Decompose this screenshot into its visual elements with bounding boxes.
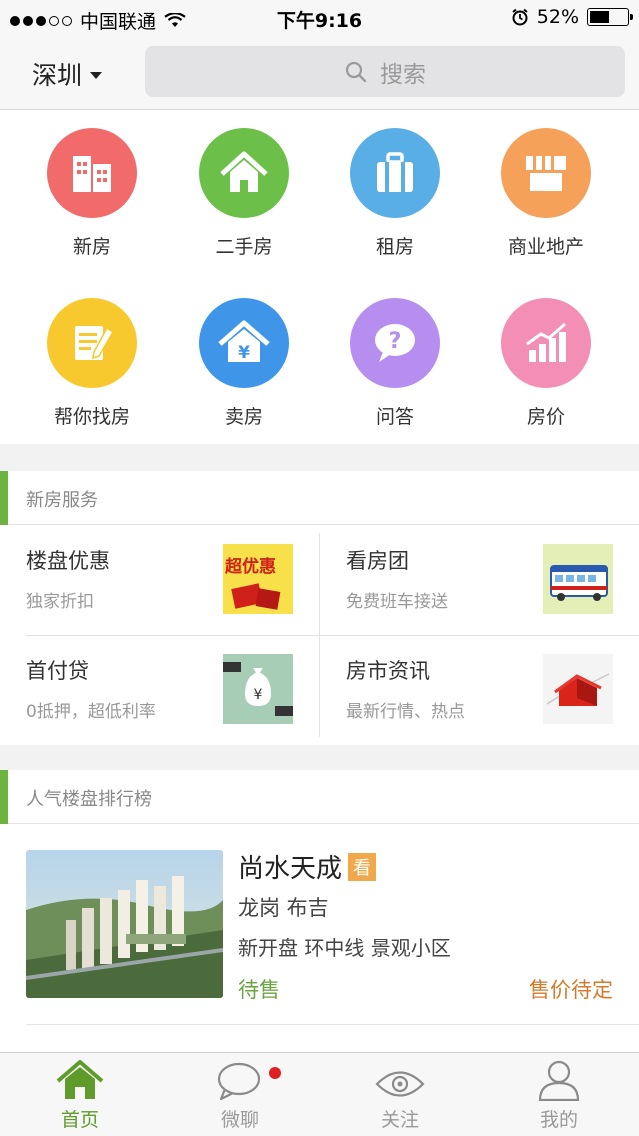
building-icon xyxy=(47,128,137,218)
battery-info: 52% xyxy=(511,6,633,28)
super-discount-image: 超优惠 xyxy=(223,544,293,614)
search-icon xyxy=(344,60,368,84)
property-features: 新开盘 环中线 景观小区 xyxy=(238,936,451,960)
category-label: 问答 xyxy=(375,406,414,428)
suitcase-icon xyxy=(350,128,440,218)
property-price: 售价待定 xyxy=(529,978,613,1002)
section-title: 新房服务 xyxy=(26,490,98,511)
section-accent-bar xyxy=(0,471,8,525)
service-item-discount[interactable]: 楼盘优惠 独家折扣 超优惠 xyxy=(0,525,319,635)
bottom-tab-bar: 首页 微聊 关注 我的 xyxy=(0,1052,639,1136)
search-placeholder: 搜索 xyxy=(380,61,426,88)
money-bag-image: ¥ xyxy=(223,654,293,724)
ranking-list-item[interactable]: 尚水天成 看 龙岗 布吉 新开盘 环中线 景观小区 待售 售价待定 xyxy=(0,824,639,1052)
tab-follow[interactable]: 关注 xyxy=(320,1053,480,1136)
section-header-ranking: 人气楼盘排行榜 xyxy=(0,770,639,824)
tab-mine[interactable]: 我的 xyxy=(479,1053,639,1136)
category-house-price[interactable]: 房价 xyxy=(470,298,622,429)
category-qa[interactable]: ? 问答 xyxy=(319,298,471,429)
service-item-down-payment-loan[interactable]: 首付贷 0抵押，超低利率 ¥ xyxy=(0,635,319,745)
section-title: 人气楼盘排行榜 xyxy=(26,789,152,810)
tab-home[interactable]: 首页 xyxy=(0,1053,160,1136)
category-label: 卖房 xyxy=(224,406,263,428)
property-area: 龙岗 布吉 xyxy=(238,896,329,920)
category-sell-house[interactable]: ¥ 卖房 xyxy=(168,298,320,429)
tab-label: 微聊 xyxy=(220,1109,259,1131)
city-name: 深圳 xyxy=(32,61,83,90)
category-new-house[interactable]: 新房 xyxy=(16,128,168,259)
city-selector[interactable]: 深圳 xyxy=(32,56,103,92)
category-grid: 新房 二手房 租房 商业地产 帮你找房 ¥ 卖房 ? 问答 房价 xyxy=(0,110,639,444)
service-subtitle: 免费班车接送 xyxy=(346,592,448,612)
question-bubble-icon: ? xyxy=(350,298,440,388)
alarm-icon xyxy=(511,8,529,26)
discount-image-text: 超优惠 xyxy=(225,557,276,577)
service-title: 楼盘优惠 xyxy=(26,549,110,573)
note-pencil-icon xyxy=(47,298,137,388)
top-header: 深圳 搜索 xyxy=(0,36,639,110)
property-name: 尚水天成 xyxy=(238,854,343,884)
storefront-icon xyxy=(501,128,591,218)
person-icon xyxy=(479,1053,639,1101)
service-title: 看房团 xyxy=(346,549,409,573)
tab-label: 首页 xyxy=(60,1109,99,1131)
search-box[interactable]: 搜索 xyxy=(145,46,625,97)
category-label: 帮你找房 xyxy=(53,406,130,428)
svg-text:¥: ¥ xyxy=(254,687,263,703)
new-house-service-grid: 楼盘优惠 独家折扣 超优惠 看房团 免费班车接送 首付贷 0抵押，超低利率 ¥ … xyxy=(0,525,639,745)
category-commercial[interactable]: 商业地产 xyxy=(470,128,622,259)
category-label: 商业地产 xyxy=(507,236,584,258)
svg-text:¥: ¥ xyxy=(238,343,250,363)
bar-chart-icon xyxy=(501,298,591,388)
chat-bubble-icon xyxy=(160,1053,320,1101)
category-second-hand[interactable]: 二手房 xyxy=(168,128,320,259)
service-title: 首付贷 xyxy=(26,659,89,683)
tab-chat[interactable]: 微聊 xyxy=(160,1053,320,1136)
category-label: 房价 xyxy=(526,406,565,428)
property-status: 待售 xyxy=(238,978,280,1002)
category-label: 二手房 xyxy=(215,236,273,258)
property-title: 尚水天成 看 xyxy=(238,848,377,885)
section-accent-bar xyxy=(0,770,8,824)
app-screen: 中国联通 下午9:16 52% 深圳 搜索 新房 二手房 租房 商业地产 帮你找… xyxy=(0,0,639,1136)
service-subtitle: 最新行情、热点 xyxy=(346,702,465,722)
unread-badge xyxy=(269,1067,281,1079)
category-find-house[interactable]: 帮你找房 xyxy=(16,298,168,429)
svg-text:?: ? xyxy=(389,329,402,354)
house-icon xyxy=(199,128,289,218)
home-icon xyxy=(0,1053,160,1101)
list-divider xyxy=(26,1024,639,1025)
caret-down-icon xyxy=(90,71,103,79)
house-yuan-icon: ¥ xyxy=(199,298,289,388)
category-label: 新房 xyxy=(72,236,111,258)
battery-percent: 52% xyxy=(536,6,579,28)
service-subtitle: 独家折扣 xyxy=(26,592,94,612)
tab-label: 关注 xyxy=(380,1109,419,1131)
view-tag-badge: 看 xyxy=(348,852,377,881)
service-item-house-tour[interactable]: 看房团 免费班车接送 xyxy=(320,525,639,635)
eye-icon xyxy=(320,1053,480,1101)
service-item-market-news[interactable]: 房市资讯 最新行情、热点 xyxy=(320,635,639,745)
status-bar: 中国联通 下午9:16 52% xyxy=(0,0,639,36)
bus-image xyxy=(543,544,613,614)
category-rent[interactable]: 租房 xyxy=(319,128,471,259)
tab-label: 我的 xyxy=(539,1109,578,1131)
category-label: 租房 xyxy=(375,236,414,258)
service-title: 房市资讯 xyxy=(346,659,430,683)
battery-icon xyxy=(587,8,633,26)
service-subtitle: 0抵押，超低利率 xyxy=(26,702,156,722)
red-house-chart-image xyxy=(543,654,613,724)
property-photo xyxy=(26,850,223,998)
section-header-new-house-service: 新房服务 xyxy=(0,471,639,525)
